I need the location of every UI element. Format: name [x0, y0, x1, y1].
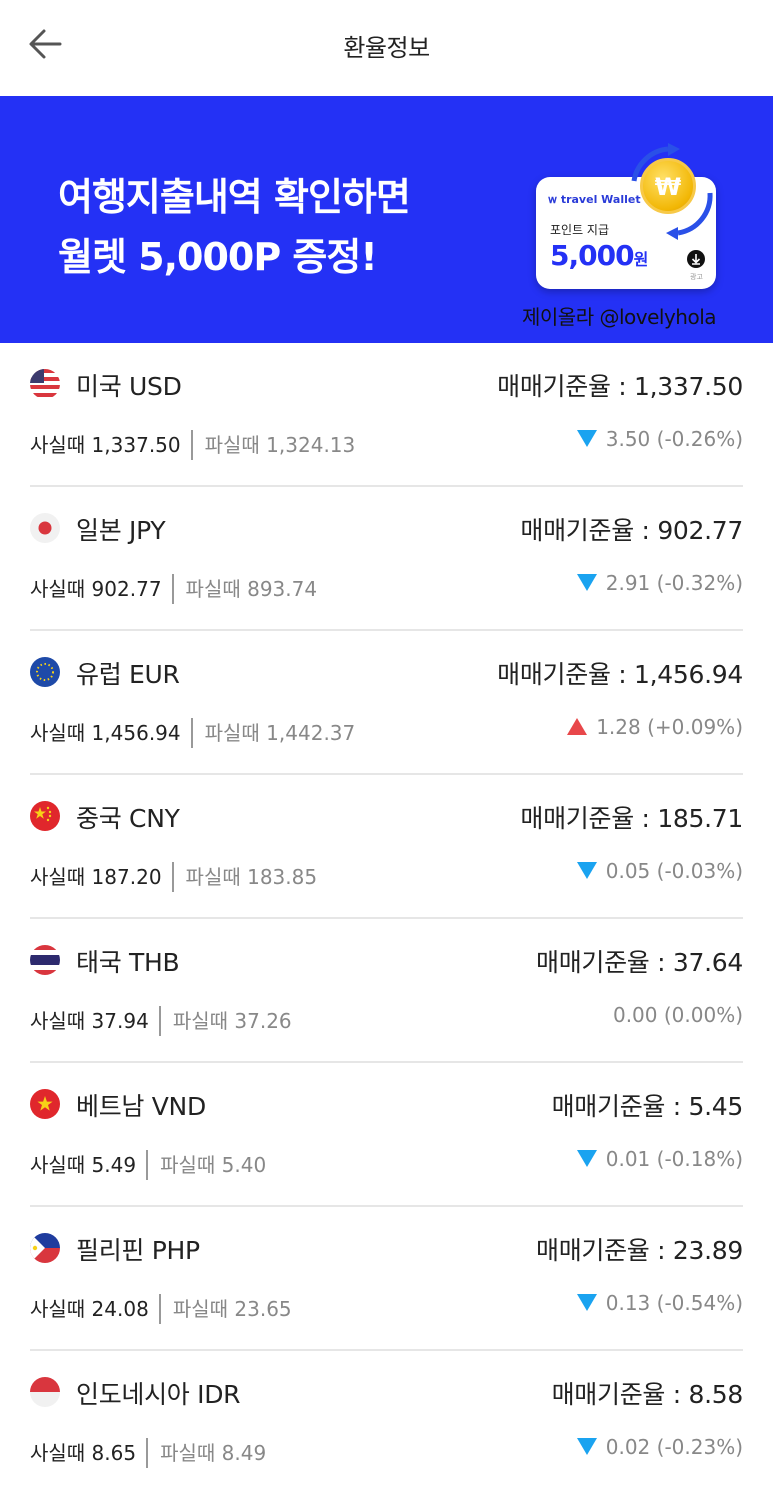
buy-rate: 사실때 1,456.94 [30, 721, 181, 745]
down-triangle-icon [576, 574, 597, 591]
sell-rate: 파실때 1,442.37 [204, 721, 356, 745]
base-rate: 매매기준율 : 1,337.50 [497, 372, 743, 401]
rate-change: 0.13 (-0.54%) [576, 1291, 743, 1315]
base-rate: 매매기준율 : 8.58 [551, 1380, 744, 1409]
ph-flag-icon [30, 1233, 60, 1263]
currency-name: 인도네시아 IDR [76, 1380, 241, 1409]
page-title: 환율정보 [343, 34, 430, 62]
sell-rate: 파실때 183.85 [185, 865, 318, 889]
sell-rate: 파실때 37.26 [172, 1009, 292, 1033]
buy-rate: 사실때 1,337.50 [30, 433, 181, 457]
rate-change: 0.01 (-0.18%) [576, 1147, 743, 1171]
wallet-amount: 5,000원 [550, 239, 648, 272]
rate-row-eur[interactable]: 유럽 EUR 매매기준율 : 1,456.94 사실때 1,456.94 파실때 … [30, 631, 743, 775]
down-triangle-icon [576, 1150, 597, 1167]
rate-row-thb[interactable]: 태국 THB 매매기준율 : 37.64 사실때 37.94 파실때 37.26 … [30, 919, 743, 1063]
rate-row-php[interactable]: 필리핀 PHP 매매기준율 : 23.89 사실때 24.08 파실때 23.65… [30, 1207, 743, 1351]
separator [158, 1293, 161, 1324]
rate-change: 1.28 (+0.09%) [567, 715, 743, 739]
buy-sell-rates: 사실때 5.49 파실때 5.40 [30, 1149, 266, 1184]
buy-sell-rates: 사실때 1,337.50 파실때 1,324.13 [30, 429, 355, 464]
cn-flag-icon [30, 801, 60, 831]
down-triangle-icon [576, 862, 597, 879]
wallet-logo-icon: 𝗐 [548, 193, 561, 206]
rate-change: 2.91 (-0.32%) [576, 571, 743, 595]
jp-flag-icon [30, 513, 60, 543]
us-flag-icon [30, 369, 60, 399]
base-rate: 매매기준율 : 37.64 [536, 948, 743, 977]
won-coin-icon: ₩ [640, 158, 696, 214]
currency-name: 미국 USD [76, 372, 182, 401]
app-header: 환율정보 [0, 0, 773, 96]
currency-name: 베트남 VND [76, 1092, 206, 1121]
sell-rate: 파실때 5.40 [160, 1153, 267, 1177]
id-flag-icon [30, 1377, 60, 1407]
separator [146, 1149, 149, 1180]
rate-change: 0.00 (0.00%) [612, 1003, 743, 1027]
buy-rate: 사실때 902.77 [30, 577, 162, 601]
buy-sell-rates: 사실때 902.77 파실때 893.74 [30, 573, 317, 608]
promo-banner[interactable]: 여행지출내역 확인하면 월렛 5,000P 증정! 𝗐 travel Walle… [0, 96, 773, 343]
base-rate: 매매기준율 : 902.77 [520, 516, 743, 545]
rate-row-idr[interactable]: 인도네시아 IDR 매매기준율 : 8.58 사실때 8.65 파실때 8.49 … [30, 1351, 743, 1493]
down-triangle-icon [576, 1294, 597, 1311]
currency-name: 일본 JPY [76, 516, 166, 545]
separator [146, 1437, 149, 1468]
separator [190, 717, 193, 748]
separator [158, 1005, 161, 1036]
buy-sell-rates: 사실때 187.20 파실때 183.85 [30, 861, 317, 896]
buy-rate: 사실때 187.20 [30, 865, 162, 889]
wallet-sub-label: 포인트 지급 [550, 223, 610, 237]
buy-sell-rates: 사실때 1,456.94 파실때 1,442.37 [30, 717, 355, 752]
buy-sell-rates: 사실때 37.94 파실때 37.26 [30, 1005, 292, 1040]
buy-rate: 사실때 37.94 [30, 1009, 149, 1033]
currency-name: 태국 THB [76, 948, 180, 977]
rate-row-jpy[interactable]: 일본 JPY 매매기준율 : 902.77 사실때 902.77 파실때 893.… [30, 487, 743, 631]
base-rate: 매매기준율 : 23.89 [536, 1236, 743, 1265]
banner-headline-2: 월렛 5,000P 증정! [58, 235, 378, 279]
down-triangle-icon [576, 430, 597, 447]
eu-flag-icon [30, 657, 60, 687]
separator [171, 573, 174, 604]
banner-headline-1: 여행지출내역 확인하면 [58, 175, 411, 219]
base-rate: 매매기준율 : 5.45 [551, 1092, 744, 1121]
vn-flag-icon [30, 1089, 60, 1119]
ad-label: 광고 [690, 273, 703, 281]
currency-name: 필리핀 PHP [76, 1236, 200, 1265]
sell-rate: 파실때 1,324.13 [204, 433, 356, 457]
rate-change: 0.02 (-0.23%) [576, 1435, 743, 1459]
currency-name: 중국 CNY [76, 804, 180, 833]
up-triangle-icon [567, 718, 588, 735]
buy-rate: 사실때 8.65 [30, 1441, 137, 1465]
buy-rate: 사실때 5.49 [30, 1153, 137, 1177]
currency-name: 유럽 EUR [76, 660, 180, 689]
rate-change: 3.50 (-0.26%) [576, 427, 743, 451]
rate-change: 0.05 (-0.03%) [576, 859, 743, 883]
separator [171, 861, 174, 892]
base-rate: 매매기준율 : 1,456.94 [497, 660, 743, 689]
buy-rate: 사실때 24.08 [30, 1297, 149, 1321]
th-flag-icon [30, 945, 60, 975]
rate-row-vnd[interactable]: 베트남 VND 매매기준율 : 5.45 사실때 5.49 파실때 5.40 0.… [30, 1063, 743, 1207]
buy-sell-rates: 사실때 8.65 파실때 8.49 [30, 1437, 266, 1472]
sell-rate: 파실때 8.49 [160, 1441, 267, 1465]
watermark-text: 제이올라 @lovelyhola [522, 305, 717, 329]
sell-rate: 파실때 893.74 [185, 577, 318, 601]
sell-rate: 파실때 23.65 [172, 1297, 292, 1321]
download-icon [687, 250, 705, 268]
separator [190, 429, 193, 460]
base-rate: 매매기준율 : 185.71 [520, 804, 743, 833]
down-triangle-icon [576, 1438, 597, 1455]
rate-row-cny[interactable]: 중국 CNY 매매기준율 : 185.71 사실때 187.20 파실때 183.… [30, 775, 743, 919]
rate-row-usd[interactable]: 미국 USD 매매기준율 : 1,337.50 사실때 1,337.50 파실때 … [30, 343, 743, 487]
buy-sell-rates: 사실때 24.08 파실때 23.65 [30, 1293, 292, 1328]
